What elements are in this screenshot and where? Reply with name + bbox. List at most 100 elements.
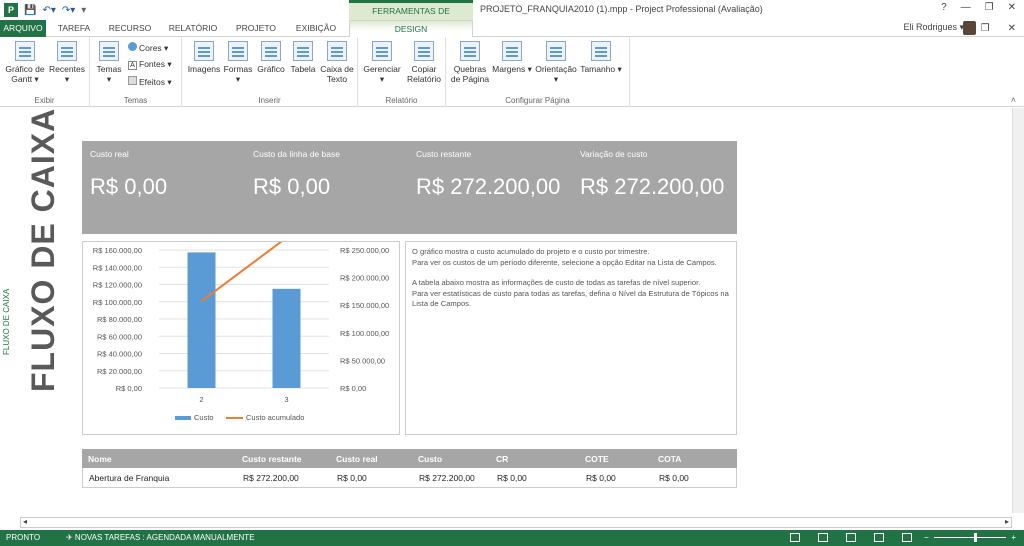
user-name[interactable]: Eli Rodrigues ▾ (903, 22, 964, 33)
description-paragraph-1: O gráfico mostra o custo acumulado do pr… (412, 247, 730, 268)
group-label: Inserir (258, 96, 281, 105)
description-line: A tabela abaixo mostra as informações de… (412, 278, 701, 287)
scroll-right-icon[interactable]: ▸ (1005, 517, 1009, 526)
vertical-scrollbar[interactable] (1012, 108, 1024, 513)
tab-project[interactable]: PROJETO (230, 20, 282, 37)
images-button[interactable]: Imagens (186, 41, 222, 74)
left-tick-label: R$ 40.000,00 (97, 350, 142, 359)
copy-report-icon (414, 41, 434, 61)
effects-button[interactable]: Efeitos ▾ (128, 76, 172, 87)
recent-icon (57, 41, 77, 61)
kpi-label: Custo real (90, 149, 129, 159)
cell-cote: R$ 0,00 (586, 473, 616, 483)
margins-button[interactable]: Margens ▾ (492, 41, 532, 74)
collapse-ribbon-icon[interactable]: ˄ (1011, 95, 1016, 105)
tab-resource[interactable]: RECURSO (104, 20, 156, 37)
colors-label: Cores ▾ (139, 43, 169, 53)
gantt-chart-label: Gráfico de Gantt ▾ (5, 64, 45, 84)
textbox-icon (327, 41, 347, 61)
resource-sheet-icon[interactable] (874, 533, 884, 542)
table-label: Tabela (290, 64, 316, 74)
gantt-chart-button[interactable]: Gráfico de Gantt ▾ (3, 41, 47, 84)
tab-design[interactable]: DESIGN (349, 20, 473, 38)
copy-report-label: Copiar Relatório (406, 64, 442, 84)
avatar[interactable] (963, 21, 976, 35)
group-label: Configurar Página (505, 96, 570, 105)
horizontal-scrollbar[interactable]: ◂ ▸ (20, 517, 1012, 528)
header-cote: COTE (585, 454, 609, 464)
cost-chart[interactable]: R$ 0,00 R$ 20.000,00 R$ 40.000,00 R$ 60.000… (82, 236, 400, 435)
chart-button[interactable]: Gráfico (255, 41, 287, 74)
group-label: Exibir (34, 96, 55, 105)
team-planner-icon[interactable] (846, 533, 856, 542)
save-icon[interactable]: 💾 (24, 5, 36, 16)
restore-button[interactable]: ❐ (985, 2, 994, 13)
right-tick-label: R$ 50.000,00 (340, 356, 385, 365)
page-breaks-icon (460, 41, 480, 61)
document-close-button[interactable]: ✕ (1008, 23, 1016, 34)
undo-icon[interactable]: ↶▾ (42, 5, 55, 16)
legend-label-custo: Custo (194, 413, 214, 422)
size-icon (591, 41, 611, 61)
quick-access-toolbar: P 💾 ↶▾ ↷▾ ▾ (4, 3, 86, 17)
kpi-panel[interactable]: Custo real R$ 0,00 Custo da linha de bas… (82, 141, 737, 234)
margins-label: Margens ▾ (492, 64, 532, 74)
colors-icon (128, 42, 137, 51)
manage-icon (372, 41, 392, 61)
new-tasks-mode[interactable]: ✈ NOVAS TAREFAS : AGENDADA MANUALMENTE (66, 530, 255, 546)
tab-view[interactable]: EXIBIÇÃO (290, 20, 342, 37)
chart-label: Gráfico (257, 64, 285, 74)
size-button[interactable]: Tamanho ▾ (580, 41, 622, 74)
tab-task[interactable]: TAREFA (52, 20, 96, 37)
effects-label: Efeitos ▾ (139, 77, 172, 87)
tab-file[interactable]: ARQUIVO (0, 20, 46, 37)
cost-table[interactable]: Nome Custo restante Custo real Custo CR … (82, 449, 737, 488)
textbox-label: Caixa de Texto (320, 64, 354, 84)
description-textbox[interactable]: O gráfico mostra o custo acumulado do pr… (405, 241, 737, 435)
report-side-label: FLUXO DE CAIXA (2, 288, 11, 355)
kpi-label: Custo da linha de base (253, 149, 340, 159)
scroll-left-icon[interactable]: ◂ (23, 517, 27, 526)
gantt-view-icon[interactable] (790, 533, 800, 542)
customize-qat-icon[interactable]: ▾ (81, 5, 86, 16)
recent-button[interactable]: Recentes ▾ (47, 41, 87, 84)
kpi-label: Variação de custo (580, 149, 648, 159)
tab-report[interactable]: RELATÓRIO (164, 20, 222, 37)
group-temas: Temas ▾ Cores ▾ A Fontes ▾ Efeitos ▾ Tema… (90, 37, 182, 107)
help-button[interactable]: ? (941, 2, 947, 13)
table-row[interactable]: Abertura de Franquia R$ 272.200,00 R$ 0,… (82, 468, 737, 488)
legend-swatch-custo (175, 416, 191, 420)
task-usage-icon[interactable] (818, 533, 828, 542)
kpi-value: R$ 0,00 (253, 174, 331, 199)
zoom-slider[interactable]: − + (924, 530, 1016, 546)
zoom-knob[interactable] (974, 533, 977, 542)
zoom-in-button[interactable]: + (1011, 530, 1016, 546)
description-paragraph-2: A tabela abaixo mostra as informações de… (412, 278, 730, 310)
report-view-icon[interactable] (902, 533, 912, 542)
fonts-icon: A (128, 61, 137, 70)
themes-button[interactable]: Temas ▾ (94, 41, 124, 84)
manage-button[interactable]: Gerenciar ▾ (362, 41, 402, 84)
ribbon-display-button[interactable]: ❐ (981, 23, 990, 34)
redo-icon[interactable]: ↷▾ (62, 5, 75, 16)
zoom-out-button[interactable]: − (924, 530, 929, 546)
colors-button[interactable]: Cores ▾ (128, 42, 168, 53)
page-breaks-button[interactable]: Quebras de Página (450, 41, 490, 84)
chart-bar (187, 252, 216, 388)
minimize-button[interactable]: — (961, 2, 971, 13)
close-button[interactable]: ✕ (1008, 2, 1016, 13)
description-line: O gráfico mostra o custo acumulado do pr… (412, 247, 650, 256)
shapes-button[interactable]: Formas ▾ (222, 41, 254, 84)
table-button[interactable]: Tabela (288, 41, 318, 74)
group-relatorio: Gerenciar ▾ Copiar Relatório Relatório (358, 37, 446, 107)
project-app-icon[interactable]: P (4, 3, 18, 17)
themes-icon (99, 41, 119, 61)
report-title[interactable]: FLUXO DE CAIXA (25, 108, 62, 392)
context-tab-header: FERRAMENTAS DE RELATÓRIO (349, 0, 473, 32)
left-tick-label: R$ 0,00 (116, 384, 142, 393)
recent-label: Recentes ▾ (49, 64, 85, 84)
textbox-button[interactable]: Caixa de Texto (319, 41, 355, 84)
orientation-button[interactable]: Orientação ▾ (532, 41, 580, 84)
copy-report-button[interactable]: Copiar Relatório (404, 41, 444, 84)
fonts-button[interactable]: A Fontes ▾ (128, 59, 172, 70)
